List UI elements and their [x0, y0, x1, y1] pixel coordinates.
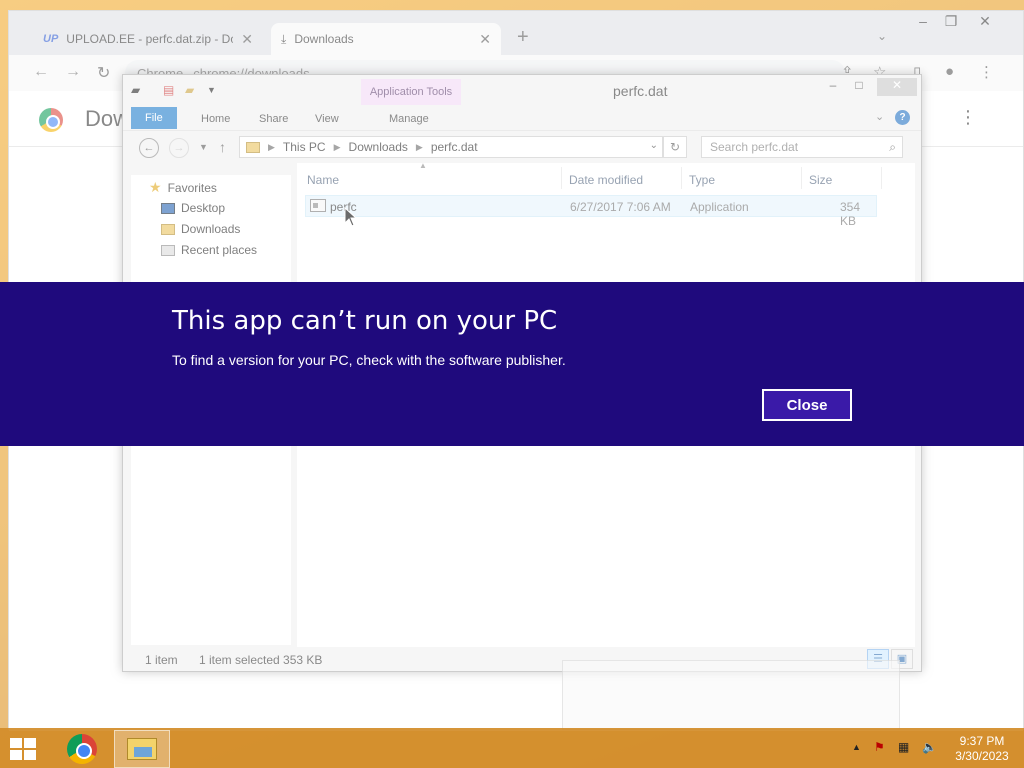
file-explorer-icon [127, 738, 157, 760]
chrome-icon [67, 734, 97, 764]
dialog-message: To find a version for your PC, check wit… [172, 352, 566, 368]
close-button[interactable]: Close [762, 389, 852, 421]
system-clock[interactable]: 9:37 PM 3/30/2023 [952, 734, 1012, 764]
clock-time: 9:37 PM [959, 734, 1005, 748]
volume-muted-icon[interactable]: 🔈 [922, 740, 937, 754]
dialog-title: This app can’t run on your PC [172, 306, 558, 336]
network-icon[interactable]: ▦ [898, 740, 909, 754]
clock-date: 3/30/2023 [955, 749, 1009, 763]
taskbar-file-explorer-button[interactable] [114, 730, 170, 768]
taskbar-chrome-button[interactable] [54, 730, 110, 768]
action-center-flag-icon[interactable]: ⚑ [874, 740, 885, 754]
taskbar: ▲ ⚑ ▦ 🔈 9:37 PM 3/30/2023 [0, 728, 1024, 768]
show-hidden-icons-chevron-icon[interactable]: ▲ [852, 742, 861, 752]
windows-start-icon[interactable] [10, 738, 38, 760]
app-cant-run-dialog: This app can’t run on your PC To find a … [0, 282, 1024, 446]
